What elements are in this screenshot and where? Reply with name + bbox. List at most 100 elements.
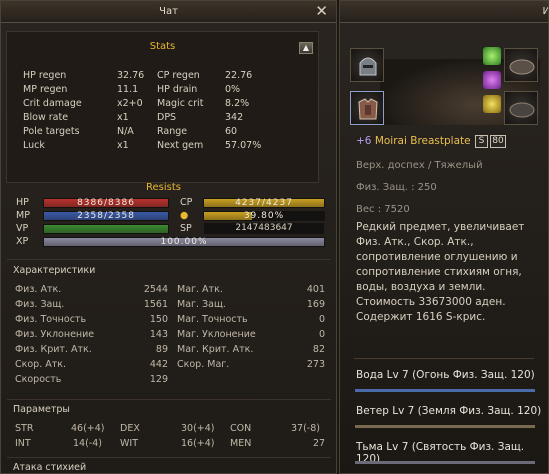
sp-value: 2147483647	[204, 223, 324, 234]
characteristics-header: Характеристики	[13, 265, 96, 276]
stat-value: 57.07%	[225, 140, 262, 151]
stat-label: Magic crit	[157, 98, 204, 109]
characteristic-value: 0	[318, 314, 325, 325]
gem-value: 39.80%	[243, 211, 285, 221]
parameter-value: 30(+4)	[181, 423, 215, 434]
close-icon[interactable]: ✕	[315, 1, 328, 22]
buff-icon[interactable]	[483, 47, 501, 65]
stat-row: MP regen 11.1 HP drain 0%	[23, 84, 303, 98]
window-titlebar[interactable]: И	[340, 1, 548, 23]
xp-value: 100.00%	[160, 237, 208, 247]
parameter-label: CON	[230, 423, 252, 434]
item-type: Верх. доспех / Тяжелый	[356, 160, 483, 171]
stats-header: Stats	[149, 41, 176, 52]
characteristic-value: 401	[306, 284, 325, 295]
parameters-header: Параметры	[13, 404, 70, 415]
stat-row: Luck x1 Next gem 57.07%	[23, 140, 303, 154]
characteristic-value: 143	[149, 329, 168, 340]
characteristic-value: 442	[149, 359, 168, 370]
stats-panel: Stats ▲ HP regen 32.76 CP regen 22.76 MP re…	[6, 31, 319, 193]
element-attack-header: Атака стихией	[13, 462, 87, 473]
divider	[7, 259, 331, 260]
stat-value: 8.2%	[225, 98, 250, 109]
attribute-bar-fill	[355, 461, 535, 464]
characteristic-label: Маг. Защ.	[177, 299, 226, 310]
mp-value: 2358/2358	[77, 211, 135, 221]
gloves-slot[interactable]	[504, 48, 538, 82]
stat-value: x2+0	[117, 98, 143, 109]
mp-bar: 2358/2358	[43, 211, 169, 221]
buff-icon[interactable]	[483, 71, 501, 89]
item-pdef: Физ. Защ. : 250	[356, 182, 437, 193]
stat-label: CP regen	[157, 70, 200, 81]
characteristic-value: 169	[306, 299, 325, 310]
attribute-bar-fill	[355, 389, 535, 392]
hp-bar: 8386/8386	[43, 198, 169, 208]
characteristic-row: Физ. Защ. 1561 Маг. Защ. 169	[15, 299, 327, 314]
character-status-window: Чат ✕ Stats ▲ HP regen 32.76 CP regen 22.76…	[0, 0, 337, 474]
stat-label: Next gem	[157, 140, 204, 151]
characteristic-value: 150	[149, 314, 168, 325]
breastplate-icon	[358, 98, 378, 120]
parameter-value: 27	[313, 438, 326, 449]
scroll-up-icon[interactable]: ▲	[299, 42, 313, 54]
hp-value: 8386/8386	[77, 198, 135, 208]
item-price: Стоимость 33673000 аден.	[356, 296, 506, 308]
attribute-wind-bar	[355, 425, 535, 428]
divider	[7, 399, 331, 400]
vp-bar	[43, 224, 169, 234]
cp-bar: 4237/4237	[203, 198, 325, 208]
parameter-label: STR	[15, 423, 34, 434]
divider	[354, 358, 534, 359]
stat-row: Pole targets N/A Range 60	[23, 126, 303, 140]
vp-bar-fill	[44, 225, 168, 233]
boots-icon	[509, 102, 535, 118]
stat-label: DPS	[157, 112, 177, 123]
resists-header[interactable]: Resists	[7, 182, 320, 193]
boots-slot[interactable]	[504, 91, 538, 125]
characteristic-value: 2544	[143, 284, 168, 295]
item-weight: Вес : 7520	[356, 204, 410, 215]
gem-bar: 39.80%	[203, 211, 325, 221]
stat-label: Pole targets	[23, 126, 80, 137]
characteristic-row: Скорость 129	[15, 374, 327, 389]
vp-label: VP	[16, 223, 29, 234]
mp-bar-row: MP 2358/2358 ● 39.80%	[13, 210, 331, 223]
xp-label: XP	[16, 236, 29, 247]
characteristic-label: Физ. Точность	[15, 314, 87, 325]
parameter-row: STR 46(+4) DEX 30(+4) CON 37(-8)	[15, 423, 327, 438]
stat-label: HP drain	[157, 84, 198, 95]
window-titlebar[interactable]: Чат ✕	[1, 1, 336, 23]
buff-icon[interactable]	[483, 95, 501, 113]
cp-value: 4237/4237	[235, 198, 293, 208]
characteristic-value: 89	[155, 344, 168, 355]
xp-bar-row: XP 100.00%	[13, 236, 331, 249]
xp-bar: 100.00%	[43, 237, 325, 247]
stat-label: Range	[157, 126, 188, 137]
mp-label: MP	[16, 210, 30, 221]
characteristic-row: Физ. Крит. Атк. 89 Маг. Крит. Атк. 82	[15, 344, 327, 359]
sp-label: SP	[180, 223, 192, 234]
vp-bar-row: VP SP 2147483647	[13, 223, 331, 236]
enchant-level: +6	[356, 135, 372, 147]
characteristic-row: Физ. Атк. 2544 Маг. Атк. 401	[15, 284, 327, 299]
grade-badge: S	[475, 135, 488, 148]
characteristic-label: Скор. Атк.	[15, 359, 67, 370]
gloves-icon	[509, 59, 535, 75]
stat-label: MP regen	[23, 84, 68, 95]
helmet-icon	[359, 57, 377, 76]
parameter-value: 46(+4)	[71, 423, 105, 434]
item-description-text: Редкий предмет, увеличивает Физ. Атк., С…	[356, 221, 525, 293]
inventory-window: И +6 Moirai Breastplate S 80 Верх. доспе…	[339, 0, 549, 474]
parameter-label: DEX	[120, 423, 140, 434]
helmet-slot[interactable]	[350, 48, 384, 82]
breastplate-slot[interactable]	[350, 91, 384, 125]
gem-icon: ●	[180, 210, 189, 221]
characteristic-label: Физ. Крит. Атк.	[15, 344, 92, 355]
characteristic-label: Маг. Точность	[177, 314, 248, 325]
stat-label: Crit damage	[23, 98, 82, 109]
item-name: +6 Moirai Breastplate	[356, 135, 471, 147]
parameters-grid: STR 46(+4) DEX 30(+4) CON 37(-8) INT 14(…	[15, 423, 327, 453]
stat-label: HP regen	[23, 70, 67, 81]
stat-value: x1	[117, 112, 129, 123]
